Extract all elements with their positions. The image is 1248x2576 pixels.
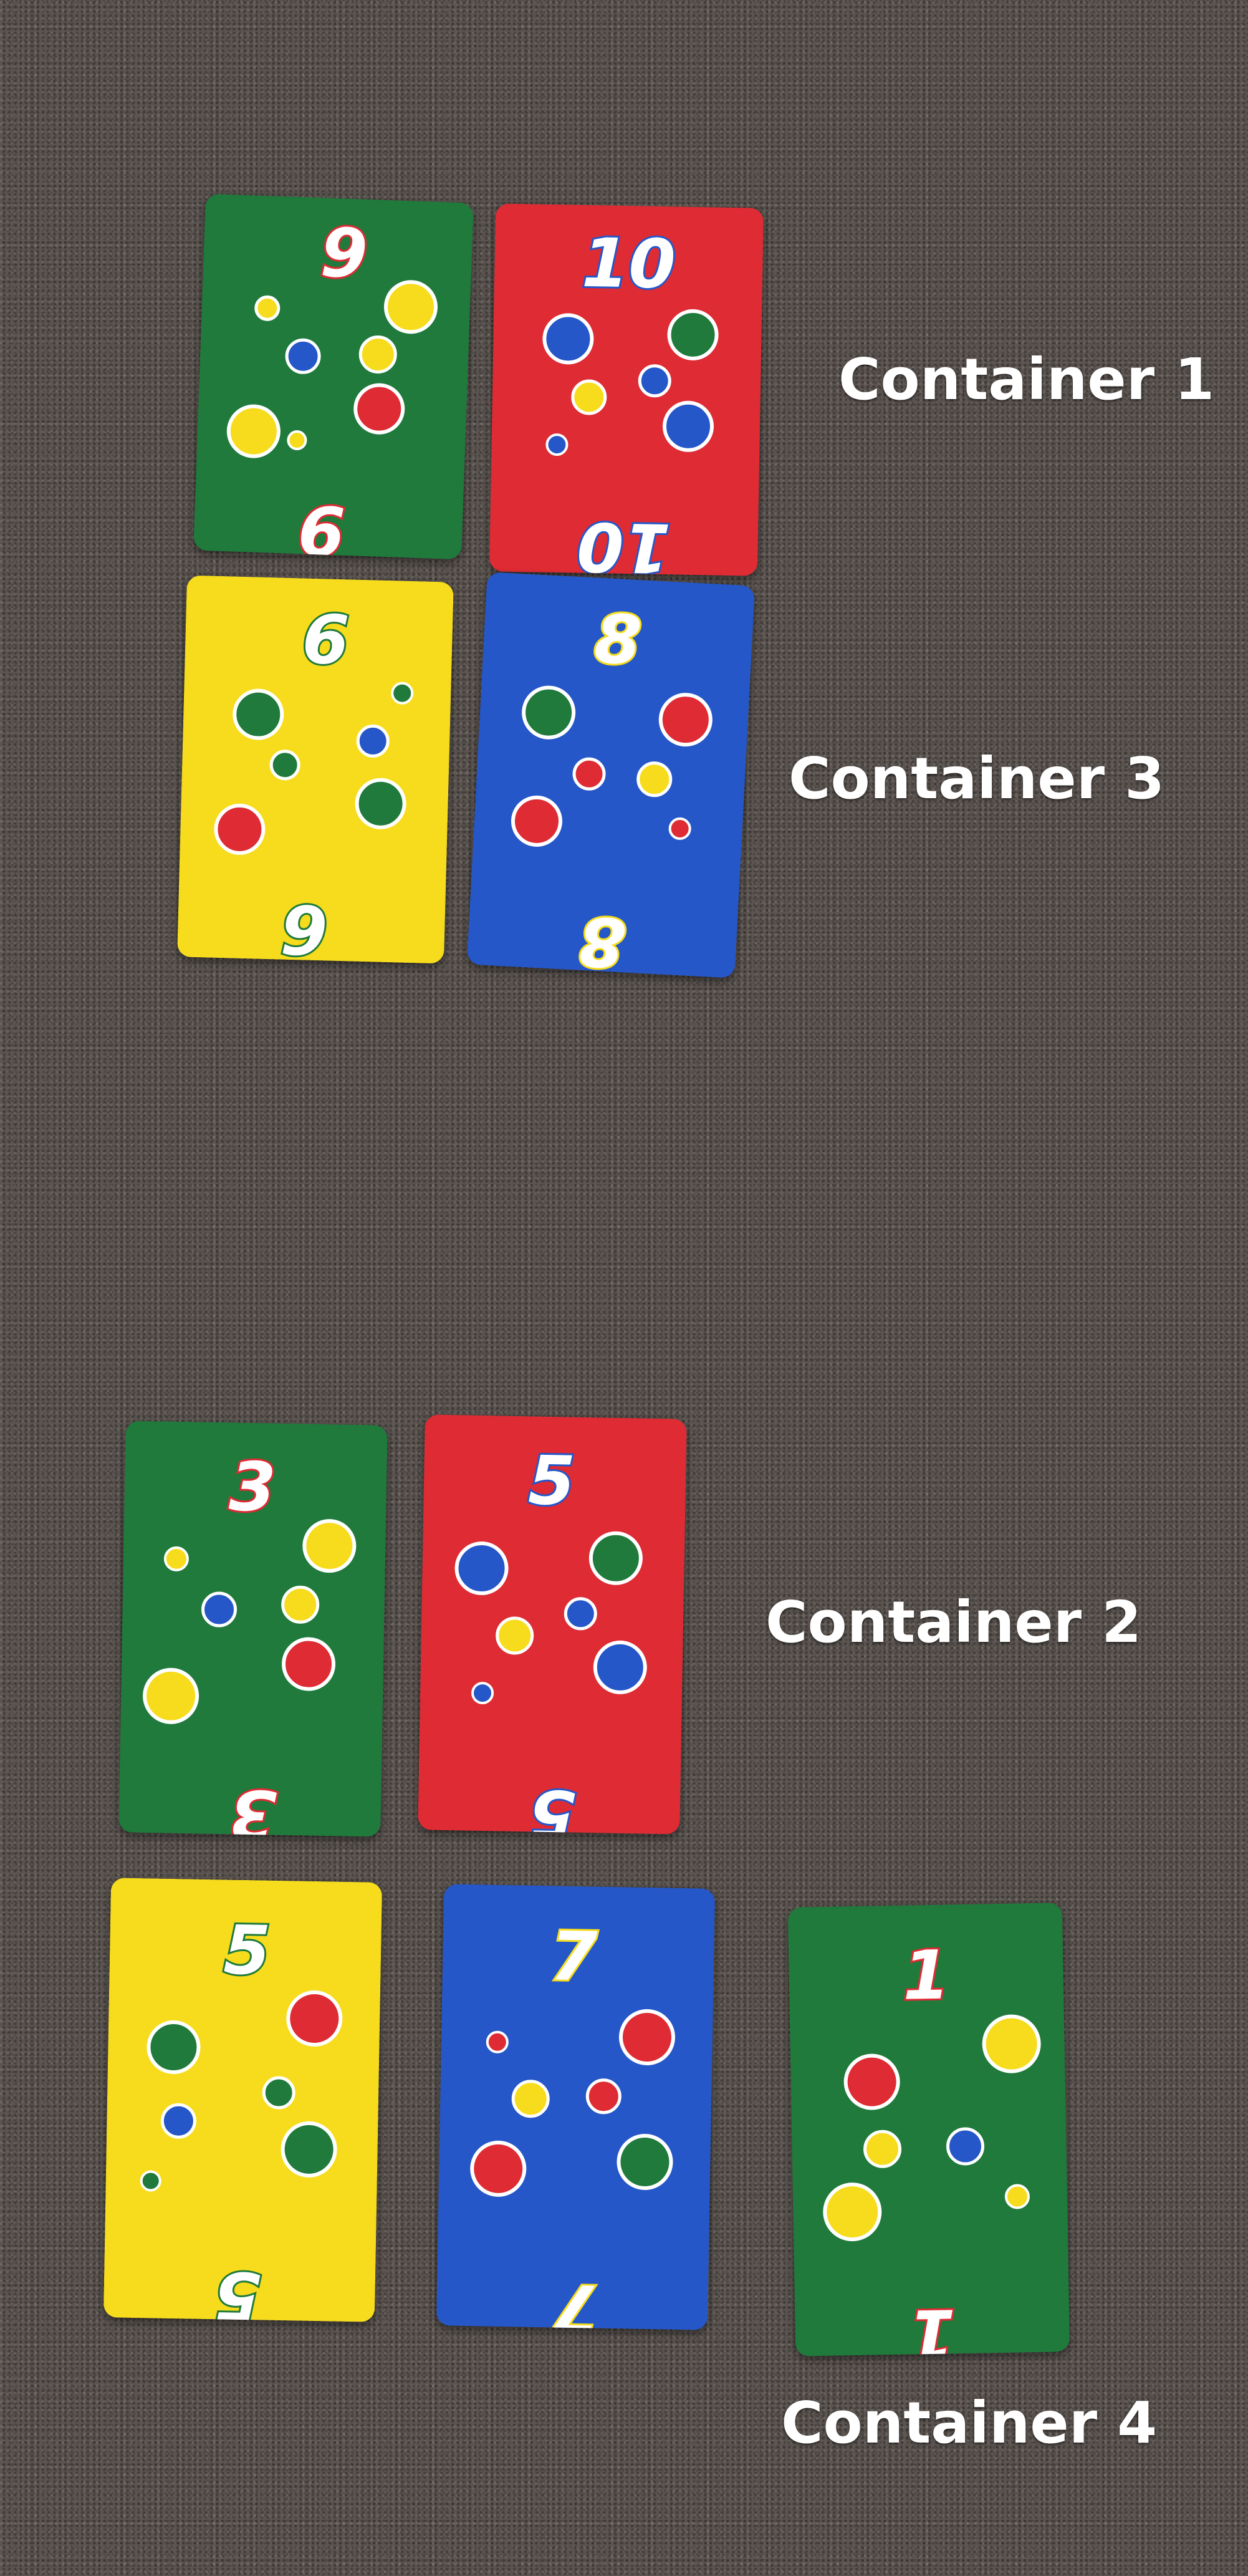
card-green-1-art: 1 1 [788,1903,1070,2357]
card-blue-8-art: 8 8 [467,572,755,978]
card-number-top: 3 [228,1448,276,1527]
card-number-top: 9 [319,214,368,294]
card-number-top: 8 [593,600,644,680]
card-number-bottom: 5 [528,1774,576,1834]
card-number-top: 10 [581,224,676,304]
container-2-label: Container 2 [766,1589,1142,1656]
card-number-top: 5 [223,1911,271,1990]
card-number-top: 1 [902,1936,950,2015]
card-red-10: 10 10 [489,203,764,576]
container-4-label: Container 4 [781,2390,1158,2456]
card-number-bottom: 1 [908,2294,956,2356]
card-blue-7: 7 7 [436,1884,715,2330]
card-blue-7-art: 7 7 [436,1884,715,2330]
card-yellow-6: 6 6 [177,576,454,964]
card-number-bottom: 5 [213,2256,261,2322]
card-green-3-art: 3 3 [118,1421,388,1837]
card-green-1: 1 1 [788,1903,1070,2357]
card-yellow-6-art: 6 6 [177,576,454,964]
card-number-top: 6 [301,601,350,680]
card-number-bottom: 6 [280,889,329,964]
card-red-5: 5 5 [418,1414,687,1835]
container-3-label: Container 3 [789,745,1165,812]
card-number-top: 7 [550,1918,598,1996]
card-green-3: 3 3 [118,1421,388,1837]
card-number-top: 5 [527,1442,575,1520]
card-number-bottom: 9 [297,490,347,559]
card-number-bottom: 3 [229,1774,277,1836]
card-blue-8: 8 8 [467,572,755,978]
card-red-10-art: 10 10 [489,203,764,576]
card-yellow-5: 5 5 [103,1878,382,2322]
card-green-9: 9 9 [193,194,474,559]
card-number-bottom: 10 [576,507,671,576]
card-number-bottom: 7 [552,2269,600,2330]
card-yellow-5-art: 5 5 [103,1878,382,2322]
card-green-9-art: 9 9 [193,194,474,559]
card-number-bottom: 8 [577,901,628,978]
card-red-5-art: 5 5 [418,1414,687,1835]
container-1-label: Container 1 [838,346,1215,413]
